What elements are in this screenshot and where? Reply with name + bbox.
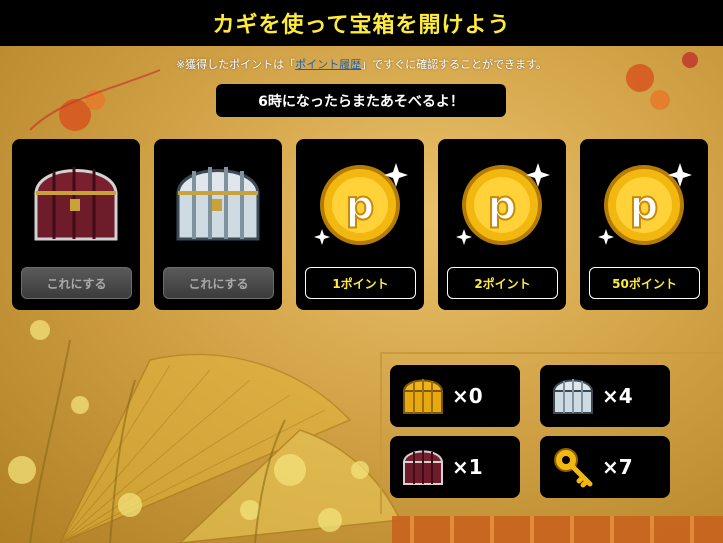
select-chest-button[interactable]: これにする <box>21 267 132 299</box>
point-coin-icon: p <box>598 163 692 245</box>
inventory-key: ×7 <box>540 436 670 498</box>
gold-chest-icon <box>402 379 444 414</box>
silver-chest-count: ×4 <box>602 384 633 408</box>
red-chest-icon <box>34 167 118 241</box>
timer-text: 6時になったらまたあそべるよ！ <box>258 93 464 110</box>
reward-card-2: p 2ポイント <box>438 139 566 310</box>
key-count: ×7 <box>602 455 633 479</box>
bamboo-fence-decoration <box>392 516 723 543</box>
gold-chest-count: ×0 <box>452 384 483 408</box>
points-notice: ※獲得したポイントは「ポイント履歴」ですぐに確認することができます。 <box>0 56 723 72</box>
red-chest-icon <box>402 450 444 485</box>
silver-chest-icon <box>176 167 260 241</box>
svg-text:p: p <box>488 183 517 229</box>
inventory-gold-chest: ×0 <box>390 365 520 427</box>
points-label: 1ポイント <box>305 267 416 299</box>
red-chest-count: ×1 <box>452 455 483 479</box>
point-coin-icon: p <box>314 163 408 245</box>
point-coin-icon: p <box>456 163 550 245</box>
point-history-link[interactable]: ポイント履歴 <box>295 58 361 71</box>
notice-prefix: ※獲得したポイントは「 <box>175 58 296 71</box>
reward-card-3: p 50ポイント <box>580 139 708 310</box>
inventory-red-chest: ×1 <box>390 436 520 498</box>
points-label: 2ポイント <box>447 267 558 299</box>
next-play-timer: 6時になったらまたあそべるよ！ <box>216 84 506 117</box>
points-label: 50ポイント <box>589 267 700 299</box>
reward-card-1: p 1ポイント <box>296 139 424 310</box>
header-bar: カギを使って宝箱を開けよう <box>0 0 723 46</box>
chest-card-red[interactable]: これにする <box>12 139 140 310</box>
svg-text:p: p <box>630 183 659 229</box>
inventory-silver-chest: ×4 <box>540 365 670 427</box>
select-chest-button[interactable]: これにする <box>163 267 274 299</box>
gold-key-icon <box>554 448 593 488</box>
svg-text:p: p <box>346 183 375 229</box>
silver-chest-icon <box>552 379 594 414</box>
notice-suffix: 」ですぐに確認することができます。 <box>361 58 548 71</box>
page-title: カギを使って宝箱を開けよう <box>212 13 511 38</box>
chest-card-silver[interactable]: これにする <box>154 139 282 310</box>
